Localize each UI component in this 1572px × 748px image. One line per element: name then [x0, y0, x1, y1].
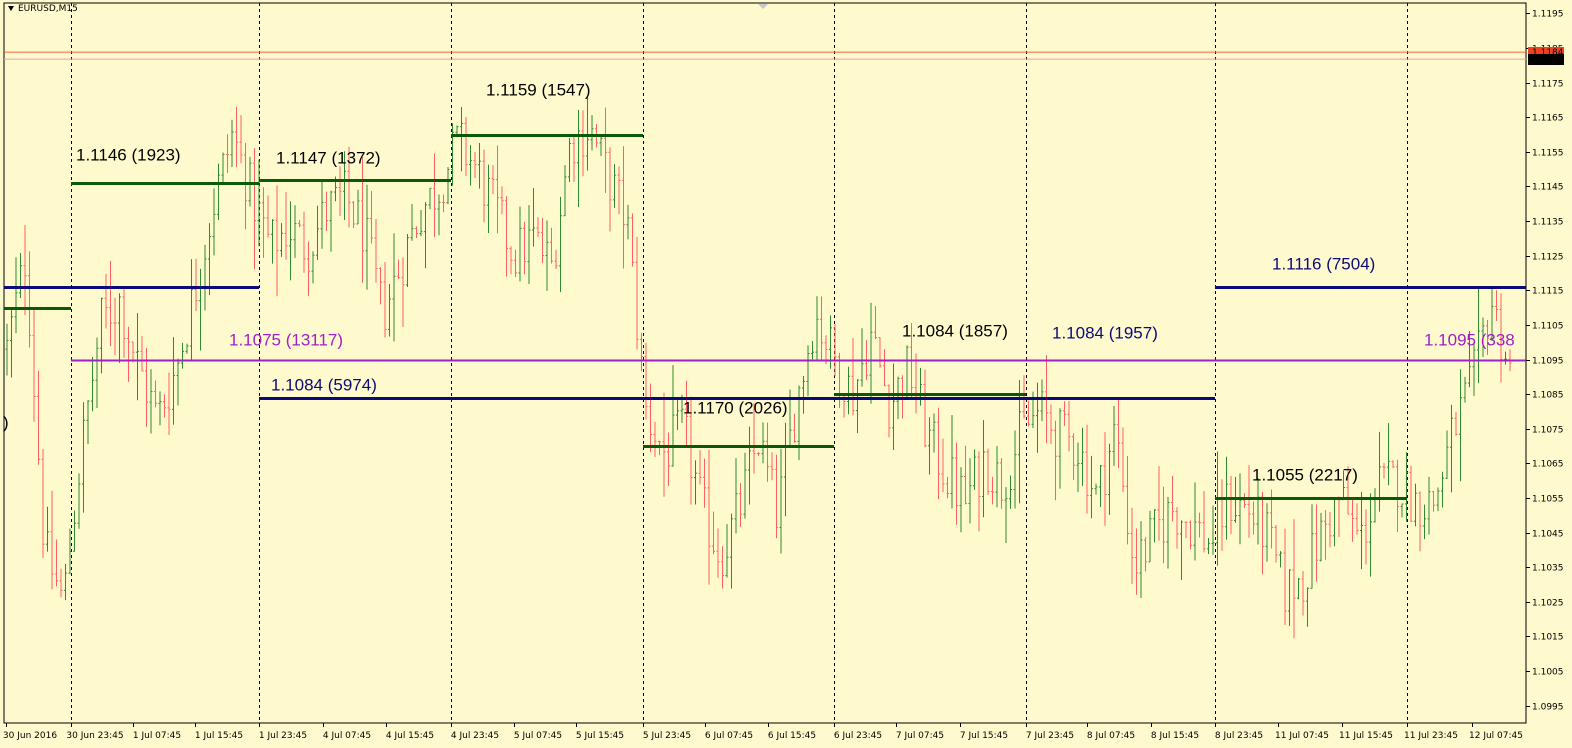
y-tick-label: 1.1095 [1532, 357, 1564, 367]
x-tick-label: 7 Jul 23:45 [1026, 731, 1074, 741]
x-tick-label: 7 Jul 07:45 [896, 731, 944, 741]
x-tick-label: 1 Jul 07:45 [133, 731, 181, 741]
level-label: 1.1095 (338 [1424, 331, 1515, 350]
y-tick-label: 1.1005 [1532, 668, 1564, 678]
x-tick-label: 1 Jul 23:45 [259, 731, 307, 741]
chart-window[interactable]: 1.1146 (1923) 1.1147 (1372) 1.1159 (1547) 1… [0, 0, 1572, 748]
x-tick-label: 4 Jul 07:45 [323, 731, 371, 741]
x-tick-label: 8 Jul 23:45 [1215, 731, 1263, 741]
y-tick-label: 1.1075 [1532, 426, 1564, 436]
y-tick-label: 1.1165 [1532, 114, 1564, 124]
y-tick-label: 1.0995 [1532, 703, 1564, 713]
x-tick-label: 12 Jul 07:45 [1469, 731, 1523, 741]
y-tick-label: 1.1155 [1532, 149, 1564, 159]
x-tick-label: 6 Jul 15:45 [768, 731, 816, 741]
y-tick-label: 1.1125 [1532, 253, 1564, 263]
bid-price-text: 1.1182 [1532, 56, 1564, 66]
level-label: 1.1170 (2026) [683, 399, 788, 418]
y-tick-label: 1.1045 [1532, 530, 1564, 540]
y-tick-label: 1.1105 [1532, 322, 1564, 332]
y-tick-label: 1.1085 [1532, 391, 1564, 401]
y-tick-label: 1.1035 [1532, 564, 1564, 574]
x-tick-label: 30 Jun 23:45 [66, 731, 123, 741]
level-label: 1.1159 (1547) [486, 81, 591, 100]
y-tick-label: 1.1195 [1532, 10, 1564, 20]
x-tick-label: 11 Jul 15:45 [1339, 731, 1393, 741]
x-tick-label: 8 Jul 07:45 [1087, 731, 1135, 741]
edge-label-fragment: ) [3, 413, 9, 432]
symbol-text: EURUSD,M15 [18, 4, 78, 14]
level-label: 1.1146 (1923) [76, 146, 181, 165]
price-chart[interactable]: 1.1146 (1923) 1.1147 (1372) 1.1159 (1547) 1… [0, 0, 1572, 748]
y-tick-label: 1.1135 [1532, 218, 1564, 228]
x-tick-label: 6 Jul 23:45 [834, 731, 882, 741]
level-label: 1.1055 (2217) [1252, 466, 1358, 485]
x-tick-label: 5 Jul 23:45 [643, 731, 691, 741]
dropdown-triangle-icon[interactable] [8, 6, 14, 11]
level-label: 1.1084 (1857) [902, 322, 1008, 341]
x-tick-label: 7 Jul 15:45 [960, 731, 1008, 741]
x-tick-label: 11 Jul 23:45 [1404, 731, 1458, 741]
x-tick-label: 6 Jul 07:45 [705, 731, 753, 741]
level-label: 1.1084 (5974) [271, 376, 377, 395]
y-tick-label: 1.1055 [1532, 495, 1564, 505]
x-tick-label: 30 Jun 2016 [3, 731, 57, 741]
plot-area[interactable] [3, 2, 1527, 724]
x-tick-label: 5 Jul 07:45 [514, 731, 562, 741]
y-tick-label: 1.1065 [1532, 460, 1564, 470]
y-tick-label: 1.1025 [1532, 599, 1564, 609]
symbol-label: EURUSD,M15 [8, 4, 78, 14]
x-tick-label: 1 Jul 15:45 [195, 731, 243, 741]
level-label: 1.1075 (13117) [229, 331, 343, 350]
y-tick-label: 1.1115 [1532, 287, 1564, 297]
y-tick-label: 1.1145 [1532, 183, 1564, 193]
level-label: 1.1116 (7504) [1272, 255, 1375, 274]
x-tick-label: 4 Jul 23:45 [451, 731, 499, 741]
x-tick-label: 5 Jul 15:45 [576, 731, 624, 741]
x-tick-label: 8 Jul 15:45 [1151, 731, 1199, 741]
level-label: 1.1147 (1372) [276, 149, 381, 168]
x-tick-label: 4 Jul 15:45 [386, 731, 434, 741]
y-tick-label: 1.1175 [1532, 80, 1564, 90]
level-label: 1.1084 (1957) [1052, 324, 1158, 343]
y-tick-label: 1.1015 [1532, 633, 1564, 643]
x-tick-label: 11 Jul 07:45 [1275, 731, 1329, 741]
